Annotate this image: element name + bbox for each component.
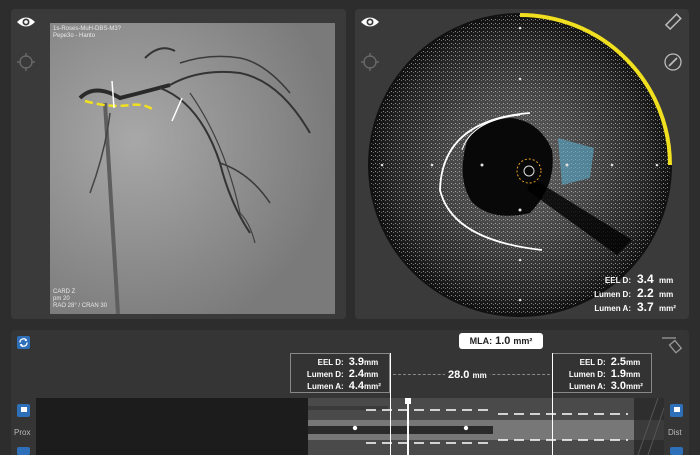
longitudinal-image[interactable]	[308, 398, 664, 455]
angio-footer-text: CARD Z pm 20 RAO 28° / CRAN 30	[53, 289, 107, 310]
box-row: EEL D: 2.5 mm	[558, 356, 646, 368]
box-label: EEL D:	[579, 358, 606, 367]
length-readout: 28.0 mm	[445, 369, 490, 381]
refresh-button[interactable]	[17, 336, 30, 349]
mla-value: 1.0	[495, 335, 511, 347]
reference-box-proximal[interactable]: EEL D: 3.9 mm Lumen D: 2.4 mm Lumen A: 4.4 mm²	[290, 353, 390, 393]
box-row: Lumen D: 1.9 mm	[558, 368, 646, 380]
box-unit: mm	[364, 358, 379, 367]
box-value: 1.9	[610, 368, 626, 380]
flag-icon	[21, 407, 27, 412]
length-unit: mm	[472, 371, 487, 380]
meas-value: 2.2	[637, 286, 654, 300]
flag-icon	[674, 407, 680, 412]
box-unit: mm²	[626, 382, 643, 391]
meas-unit: mm²	[659, 304, 676, 313]
distal-reference-line[interactable]	[552, 353, 553, 455]
mla-unit: mm²	[513, 336, 533, 346]
angio-caption-line: Pepe3o - Hanto	[53, 33, 96, 39]
box-value: 2.5	[610, 356, 626, 368]
box-value: 4.4	[348, 380, 364, 392]
oct-crosssection-panel: EEL D: 3.4 mm Lumen D: 2.2 mm Lumen A: 3…	[355, 9, 689, 319]
meas-label: Lumen A:	[594, 304, 631, 313]
box-label: Lumen D:	[568, 370, 606, 379]
meas-row-eel: EEL D: 3.4 mm	[594, 272, 679, 286]
angio-caption-line: CARD Z	[53, 289, 76, 295]
reference-box-distal[interactable]: EEL D: 2.5 mm Lumen D: 1.9 mm Lumen A: 3.0 mm²	[552, 353, 652, 393]
box-row: Lumen A: 4.4 mm²	[296, 380, 384, 392]
angiogram-image[interactable]: 1s-Roses-MuH-DBS-M3? Pepe3o - Hanto CARD…	[50, 23, 335, 314]
angio-header-text: 1s-Roses-MuH-DBS-M3? Pepe3o - Hanto	[53, 26, 121, 40]
box-label: EEL D:	[317, 358, 344, 367]
length-value: 28.0	[448, 369, 470, 381]
angio-caption-line: pm 20	[53, 296, 70, 302]
pin-icon[interactable]	[660, 334, 682, 354]
prox-flag-button[interactable]	[17, 404, 30, 417]
box-label: Lumen A:	[569, 382, 606, 391]
prox-label: Prox	[14, 428, 31, 437]
meas-row-lumen-a: Lumen A: 3.7 mm²	[594, 300, 679, 314]
angio-caption-line: 1s-Roses-MuH-DBS-M3?	[53, 26, 122, 32]
meas-unit: mm	[659, 290, 674, 299]
box-label: Lumen A:	[307, 382, 344, 391]
dist-flag-button[interactable]	[670, 404, 683, 417]
proximal-reference-line[interactable]	[390, 353, 391, 455]
meas-value: 3.7	[637, 300, 654, 314]
box-row: Lumen A: 3.0 mm²	[558, 380, 646, 392]
refresh-icon	[19, 338, 28, 347]
meas-value: 3.4	[637, 272, 654, 286]
box-label: Lumen D:	[306, 370, 344, 379]
box-value: 3.0	[610, 380, 626, 392]
box-value: 3.9	[348, 356, 364, 368]
box-value: 2.4	[348, 368, 364, 380]
angiography-panel: 1s-Roses-MuH-DBS-M3? Pepe3o - Hanto CARD…	[11, 9, 346, 319]
prev-frame-button[interactable]	[17, 447, 30, 455]
meas-label: EEL D:	[604, 276, 631, 285]
mla-label: MLA:	[469, 336, 493, 346]
meas-unit: mm	[659, 276, 674, 285]
meas-row-lumen-d: Lumen D: 2.2 mm	[594, 286, 679, 300]
box-unit: mm	[626, 358, 641, 367]
app-root: 1s-Roses-MuH-DBS-M3? Pepe3o - Hanto CARD…	[0, 0, 700, 455]
next-frame-button[interactable]	[670, 447, 683, 455]
box-unit: mm	[364, 370, 379, 379]
meas-label: Lumen D:	[594, 290, 631, 299]
dist-label: Dist	[668, 428, 682, 437]
box-unit: mm	[626, 370, 641, 379]
mla-badge[interactable]: MLA: 1.0 mm²	[459, 333, 543, 349]
eye-icon[interactable]	[16, 15, 36, 29]
oct-measurements: EEL D: 3.4 mm Lumen D: 2.2 mm Lumen A: 3…	[594, 272, 679, 314]
box-unit: mm²	[364, 382, 381, 391]
box-row: EEL D: 3.9 mm	[296, 356, 384, 368]
box-row: Lumen D: 2.4 mm	[296, 368, 384, 380]
zoom-icon[interactable]	[16, 52, 36, 72]
longitudinal-empty-region	[36, 398, 308, 455]
angio-caption-line: RAO 28° / CRAN 30	[53, 303, 108, 309]
